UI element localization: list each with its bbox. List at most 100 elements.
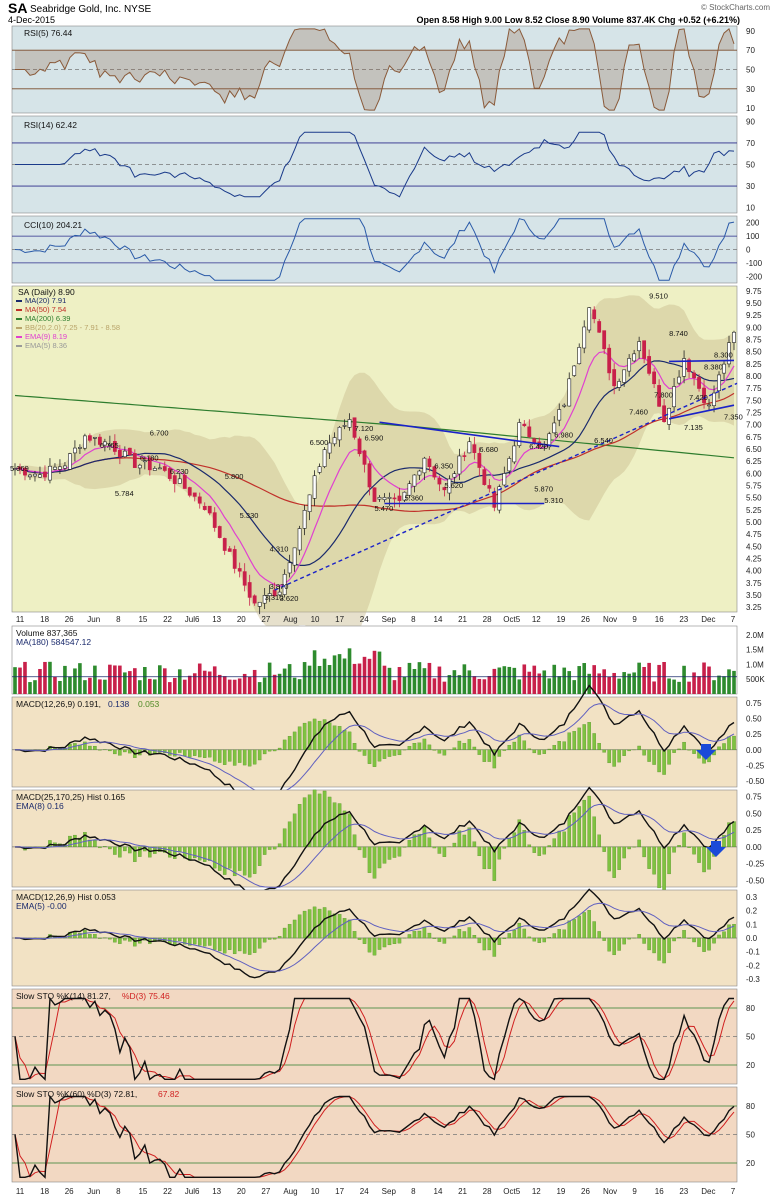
macd3-hist-bar: [197, 937, 202, 946]
sto60-panel: 80 50 20 Slow STO %K(60) %D(3) 72.81, 67.82…: [11, 1086, 755, 1196]
x-axis-label-bottom: Sep: [382, 1187, 397, 1196]
candle-body: [157, 467, 162, 470]
macd2-hist-bar: [677, 845, 681, 848]
candle-body: [452, 473, 457, 478]
candle-body: [577, 347, 582, 365]
candle-body: [357, 438, 362, 455]
price-tick-label: 5.25: [746, 506, 762, 515]
macd1-hist-bar: [183, 749, 187, 756]
macd3-hist-bar: [642, 937, 646, 944]
volume-bar: [247, 676, 252, 694]
macd3-hist-bar: [607, 937, 611, 952]
macd2-hist-bar: [617, 846, 621, 870]
macd2-hist-bar: [207, 846, 212, 861]
x-axis-label-bottom: Jun: [87, 1187, 100, 1196]
x-axis-label: 16: [655, 615, 664, 624]
macd3-ema-label: EMA(5) -0.00: [16, 901, 67, 911]
macd3-hist-bar: [297, 914, 302, 939]
x-axis-label: 9: [632, 615, 637, 624]
x-axis-label-bottom: 15: [138, 1187, 147, 1196]
price-tick-label: 7.50: [746, 396, 762, 405]
volume-bar: [232, 679, 237, 694]
volume-bar: [437, 666, 442, 694]
macd2-hist-bar: [482, 846, 487, 870]
macd1-hist-bar: [732, 735, 736, 750]
price-annotation: 6.765: [100, 441, 119, 450]
x-axis-label-bottom: 23: [679, 1187, 688, 1196]
x-axis-label-bottom: 19: [556, 1187, 565, 1196]
volume-bar: [187, 675, 192, 694]
volume-bar: [197, 663, 202, 694]
volume-bar: [707, 666, 711, 694]
candle-body: [78, 447, 82, 449]
macd2-hist-bar: [527, 844, 532, 848]
volume-bar: [327, 665, 332, 694]
macd2-hist-bar: [277, 843, 282, 848]
volume-bar: [48, 661, 52, 694]
macd2-tick-label: -0.50: [746, 876, 765, 885]
macd3-hist-bar: [702, 937, 706, 952]
candle-body: [83, 435, 87, 449]
macd3-hist-bar: [362, 937, 367, 944]
volume-bar: [182, 679, 187, 694]
macd3-hist-bar: [377, 937, 382, 950]
volume-bar: [282, 668, 287, 694]
macd3-hist-bar: [257, 937, 262, 949]
macd2-tick-label: 0.50: [746, 809, 762, 818]
macd3-hist-bar: [412, 931, 417, 939]
macd3-hist-bar: [722, 931, 726, 939]
volume-bar: [482, 679, 487, 694]
volume-bar: [347, 648, 352, 694]
price-annotation: 5.800: [225, 472, 244, 481]
x-axis-label: 15: [138, 615, 147, 624]
macd2-hist-bar: [392, 846, 397, 858]
volume-bar: [527, 671, 532, 694]
volume-bar: [108, 664, 112, 694]
legend-swatch: [16, 318, 22, 320]
macd3-hist-bar: [657, 937, 661, 961]
macd1-hist-bar: [667, 749, 671, 765]
macd2-hist-bar: [362, 846, 367, 858]
macd2-ema-label: EMA(8) 0.16: [16, 801, 64, 811]
candle-body: [207, 505, 212, 514]
price-tick-label: 8.75: [746, 336, 762, 345]
candle-body: [73, 447, 77, 454]
volume-bar: [362, 656, 367, 694]
macd1-hist-bar: [212, 749, 217, 762]
macd1-hist-bar: [562, 741, 566, 750]
volume-bar: [547, 678, 552, 694]
macd2-hist-bar: [672, 846, 676, 853]
macd1-tick-label: 0.50: [746, 715, 762, 724]
candle-body: [632, 353, 637, 362]
cci-tick-label: -100: [746, 259, 763, 268]
candle-body: [317, 466, 322, 473]
volume-bar: [457, 675, 462, 694]
macd3-hist-bar: [622, 937, 626, 945]
candle-body: [647, 356, 652, 374]
volume-panel: 2.0M1.5M1.0M500KVolume 837,365MA(180) 58…: [11, 625, 765, 695]
macd3-hist-bar: [442, 937, 447, 944]
macd1-hist-bar: [352, 743, 357, 750]
macd1-hist-bar: [417, 742, 422, 750]
macd3-hist-bar: [302, 910, 307, 939]
candle-body: [242, 571, 247, 586]
candle-body: [667, 408, 671, 425]
x-axis-label: Jul6: [185, 615, 200, 624]
candle-body: [597, 321, 602, 333]
volume-bar: [712, 680, 716, 694]
volume-bar: [217, 674, 222, 694]
macd1-hist-bar: [342, 730, 347, 750]
volume-bar: [662, 662, 666, 694]
price-annotation: 7.135: [684, 423, 703, 432]
legend-entry: BB(20,2.0) 7.25 - 7.91 - 8.58: [25, 323, 120, 332]
volume-bar: [73, 668, 77, 694]
macd1-hist-bar: [347, 731, 352, 750]
macd1-hist-bar: [487, 749, 492, 762]
macd1-hist-bar: [687, 749, 691, 751]
price-annotation: 5.620: [444, 481, 463, 490]
volume-bar: [602, 669, 606, 694]
macd2-hist-bar: [682, 832, 686, 848]
price-tick-label: 9.50: [746, 299, 762, 308]
macd1-hist-bar: [657, 749, 661, 773]
price-annotation: 5.360: [404, 493, 423, 502]
